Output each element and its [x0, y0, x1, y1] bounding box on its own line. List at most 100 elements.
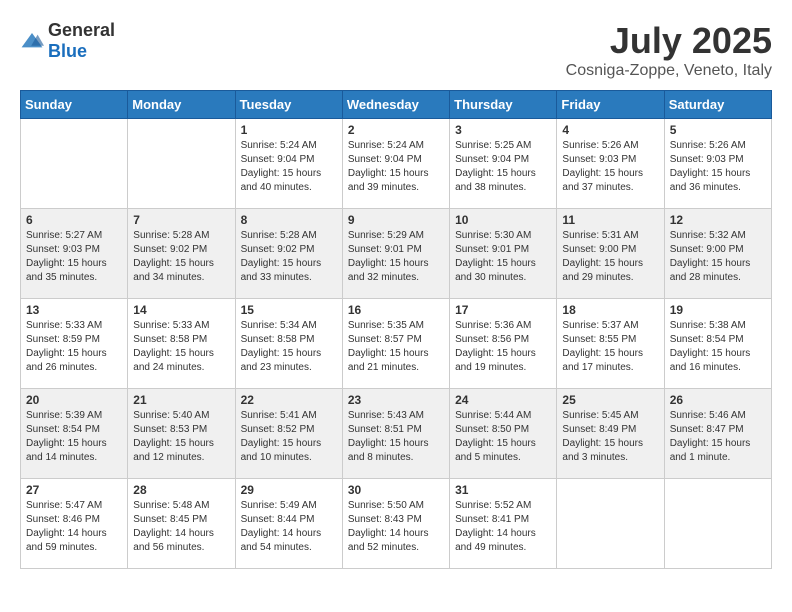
- day-number: 11: [562, 213, 658, 227]
- day-info: Sunrise: 5:38 AM Sunset: 8:54 PM Dayligh…: [670, 319, 766, 375]
- day-number: 16: [348, 303, 444, 317]
- calendar-cell: 29 Sunrise: 5:49 AM Sunset: 8:44 PM Dayli…: [235, 479, 342, 569]
- day-number: 21: [133, 393, 229, 407]
- day-info: Sunrise: 5:47 AM Sunset: 8:46 PM Dayligh…: [26, 499, 122, 555]
- title-area: July 2025 Cosniga-Zoppe, Veneto, Italy: [566, 20, 772, 80]
- day-number: 2: [348, 123, 444, 137]
- calendar-cell: 12 Sunrise: 5:32 AM Sunset: 9:00 PM Dayli…: [664, 209, 771, 299]
- day-number: 23: [348, 393, 444, 407]
- calendar-cell: 16 Sunrise: 5:35 AM Sunset: 8:57 PM Dayli…: [342, 299, 449, 389]
- calendar-cell: 21 Sunrise: 5:40 AM Sunset: 8:53 PM Dayli…: [128, 389, 235, 479]
- calendar-cell: [128, 119, 235, 209]
- calendar-cell: 18 Sunrise: 5:37 AM Sunset: 8:55 PM Dayli…: [557, 299, 664, 389]
- day-info: Sunrise: 5:30 AM Sunset: 9:01 PM Dayligh…: [455, 229, 551, 285]
- calendar-cell: 30 Sunrise: 5:50 AM Sunset: 8:43 PM Dayli…: [342, 479, 449, 569]
- day-info: Sunrise: 5:46 AM Sunset: 8:47 PM Dayligh…: [670, 409, 766, 465]
- day-info: Sunrise: 5:50 AM Sunset: 8:43 PM Dayligh…: [348, 499, 444, 555]
- weekday-header-sunday: Sunday: [21, 91, 128, 119]
- calendar-cell: 2 Sunrise: 5:24 AM Sunset: 9:04 PM Daylig…: [342, 119, 449, 209]
- calendar-cell: 24Sunrise: 5:44 AM Sunset: 8:50 PM Dayli…: [450, 389, 557, 479]
- logo-text: General Blue: [48, 20, 115, 62]
- weekday-header-wednesday: Wednesday: [342, 91, 449, 119]
- day-info: Sunrise: 5:24 AM Sunset: 9:04 PM Dayligh…: [241, 139, 337, 195]
- calendar-cell: 26 Sunrise: 5:46 AM Sunset: 8:47 PM Dayli…: [664, 389, 771, 479]
- day-info: Sunrise: 5:45 AM Sunset: 8:49 PM Dayligh…: [562, 409, 658, 465]
- day-number: 17: [455, 303, 551, 317]
- calendar-cell: 11 Sunrise: 5:31 AM Sunset: 9:00 PM Dayli…: [557, 209, 664, 299]
- day-info: Sunrise: 5:35 AM Sunset: 8:57 PM Dayligh…: [348, 319, 444, 375]
- weekday-header-row: SundayMondayTuesdayWednesdayThursdayFrid…: [21, 91, 772, 119]
- day-info: Sunrise: 5:31 AM Sunset: 9:00 PM Dayligh…: [562, 229, 658, 285]
- day-number: 9: [348, 213, 444, 227]
- day-info: Sunrise: 5:37 AM Sunset: 8:55 PM Dayligh…: [562, 319, 658, 375]
- day-info: Sunrise: 5:34 AM Sunset: 8:58 PM Dayligh…: [241, 319, 337, 375]
- day-number: 18: [562, 303, 658, 317]
- day-info: Sunrise: 5:52 AM Sunset: 8:41 PM Dayligh…: [455, 499, 551, 555]
- day-number: 8: [241, 213, 337, 227]
- logo: General Blue: [20, 20, 115, 62]
- day-info: Sunrise: 5:39 AM Sunset: 8:54 PM Dayligh…: [26, 409, 122, 465]
- day-number: 27: [26, 483, 122, 497]
- day-info: Sunrise: 5:40 AM Sunset: 8:53 PM Dayligh…: [133, 409, 229, 465]
- calendar-cell: 5 Sunrise: 5:26 AM Sunset: 9:03 PM Daylig…: [664, 119, 771, 209]
- calendar-week-3: 13 Sunrise: 5:33 AM Sunset: 8:59 PM Dayli…: [21, 299, 772, 389]
- weekday-header-saturday: Saturday: [664, 91, 771, 119]
- calendar-week-2: 6Sunrise: 5:27 AM Sunset: 9:03 PM Daylig…: [21, 209, 772, 299]
- calendar-cell: 25 Sunrise: 5:45 AM Sunset: 8:49 PM Dayli…: [557, 389, 664, 479]
- calendar-cell: 14 Sunrise: 5:33 AM Sunset: 8:58 PM Dayli…: [128, 299, 235, 389]
- calendar-cell: 31 Sunrise: 5:52 AM Sunset: 8:41 PM Dayli…: [450, 479, 557, 569]
- day-number: 3: [455, 123, 551, 137]
- day-info: Sunrise: 5:27 AM Sunset: 9:03 PM Dayligh…: [26, 229, 122, 285]
- day-number: 5: [670, 123, 766, 137]
- day-number: 15: [241, 303, 337, 317]
- day-number: 7: [133, 213, 229, 227]
- calendar-cell: 7 Sunrise: 5:28 AM Sunset: 9:02 PM Daylig…: [128, 209, 235, 299]
- month-title: July 2025: [566, 20, 772, 62]
- day-info: Sunrise: 5:33 AM Sunset: 8:58 PM Dayligh…: [133, 319, 229, 375]
- weekday-header-tuesday: Tuesday: [235, 91, 342, 119]
- calendar-cell: 22Sunrise: 5:41 AM Sunset: 8:52 PM Dayli…: [235, 389, 342, 479]
- weekday-header-thursday: Thursday: [450, 91, 557, 119]
- calendar-cell: 9Sunrise: 5:29 AM Sunset: 9:01 PM Daylig…: [342, 209, 449, 299]
- day-info: Sunrise: 5:44 AM Sunset: 8:50 PM Dayligh…: [455, 409, 551, 465]
- day-number: 22: [241, 393, 337, 407]
- day-info: Sunrise: 5:28 AM Sunset: 9:02 PM Dayligh…: [241, 229, 337, 285]
- calendar-cell: 23 Sunrise: 5:43 AM Sunset: 8:51 PM Dayli…: [342, 389, 449, 479]
- day-info: Sunrise: 5:24 AM Sunset: 9:04 PM Dayligh…: [348, 139, 444, 195]
- calendar-cell: 6Sunrise: 5:27 AM Sunset: 9:03 PM Daylig…: [21, 209, 128, 299]
- day-number: 28: [133, 483, 229, 497]
- day-info: Sunrise: 5:25 AM Sunset: 9:04 PM Dayligh…: [455, 139, 551, 195]
- day-number: 20: [26, 393, 122, 407]
- calendar-week-1: 1Sunrise: 5:24 AM Sunset: 9:04 PM Daylig…: [21, 119, 772, 209]
- calendar-cell: [21, 119, 128, 209]
- calendar-cell: 10Sunrise: 5:30 AM Sunset: 9:01 PM Dayli…: [450, 209, 557, 299]
- day-number: 31: [455, 483, 551, 497]
- day-info: Sunrise: 5:28 AM Sunset: 9:02 PM Dayligh…: [133, 229, 229, 285]
- day-info: Sunrise: 5:26 AM Sunset: 9:03 PM Dayligh…: [670, 139, 766, 195]
- calendar: SundayMondayTuesdayWednesdayThursdayFrid…: [20, 90, 772, 569]
- day-number: 14: [133, 303, 229, 317]
- day-number: 4: [562, 123, 658, 137]
- day-number: 13: [26, 303, 122, 317]
- day-number: 25: [562, 393, 658, 407]
- logo-general: General: [48, 20, 115, 40]
- calendar-cell: 3 Sunrise: 5:25 AM Sunset: 9:04 PM Daylig…: [450, 119, 557, 209]
- calendar-cell: 8 Sunrise: 5:28 AM Sunset: 9:02 PM Daylig…: [235, 209, 342, 299]
- calendar-cell: [557, 479, 664, 569]
- day-info: Sunrise: 5:43 AM Sunset: 8:51 PM Dayligh…: [348, 409, 444, 465]
- day-info: Sunrise: 5:32 AM Sunset: 9:00 PM Dayligh…: [670, 229, 766, 285]
- day-number: 12: [670, 213, 766, 227]
- calendar-cell: 19 Sunrise: 5:38 AM Sunset: 8:54 PM Dayli…: [664, 299, 771, 389]
- calendar-cell: 17Sunrise: 5:36 AM Sunset: 8:56 PM Dayli…: [450, 299, 557, 389]
- day-info: Sunrise: 5:33 AM Sunset: 8:59 PM Dayligh…: [26, 319, 122, 375]
- day-number: 30: [348, 483, 444, 497]
- day-info: Sunrise: 5:49 AM Sunset: 8:44 PM Dayligh…: [241, 499, 337, 555]
- day-number: 26: [670, 393, 766, 407]
- day-info: Sunrise: 5:26 AM Sunset: 9:03 PM Dayligh…: [562, 139, 658, 195]
- day-number: 29: [241, 483, 337, 497]
- logo-icon: [20, 31, 44, 51]
- day-number: 19: [670, 303, 766, 317]
- calendar-cell: 27 Sunrise: 5:47 AM Sunset: 8:46 PM Dayli…: [21, 479, 128, 569]
- calendar-cell: 28Sunrise: 5:48 AM Sunset: 8:45 PM Dayli…: [128, 479, 235, 569]
- logo-blue: Blue: [48, 41, 87, 61]
